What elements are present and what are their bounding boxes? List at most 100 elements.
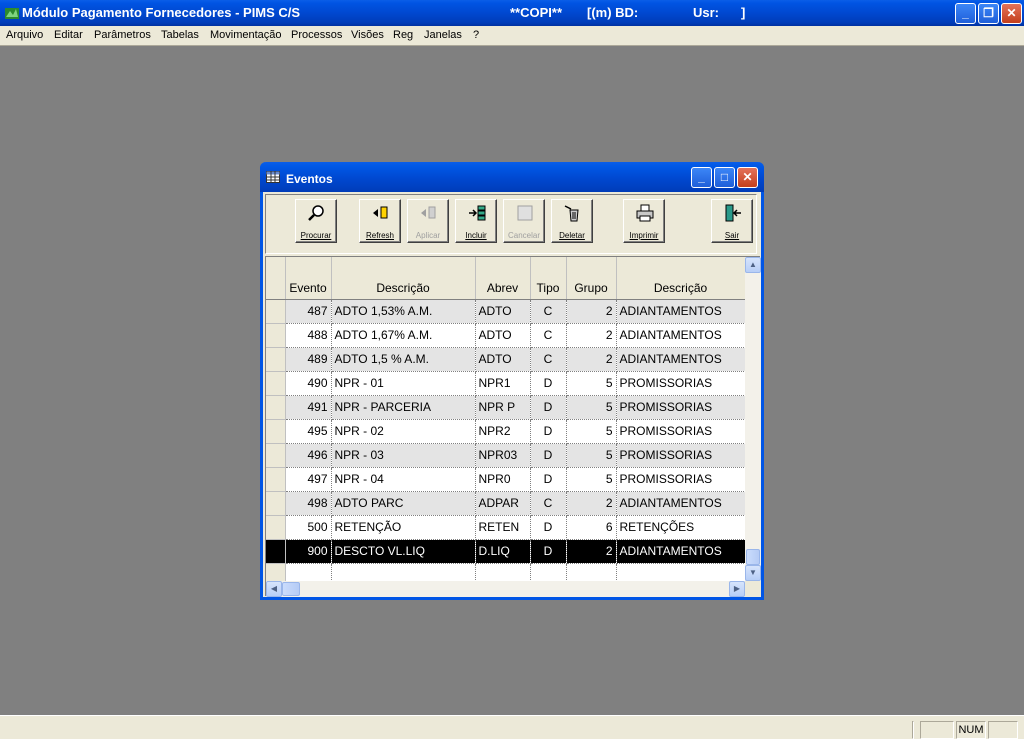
cell-descricao-grupo[interactable]: PROMISSORIAS [616, 371, 746, 396]
menu-reg[interactable]: Reg [393, 29, 413, 41]
column-header[interactable]: Descrição [616, 257, 746, 300]
cell-descricao[interactable]: NPR - PARCERIA [331, 395, 476, 420]
row-selector[interactable] [266, 299, 286, 324]
scroll-up-arrow-icon[interactable]: ▲ [745, 257, 761, 273]
scroll-left-arrow-icon[interactable]: ◀ [266, 581, 282, 597]
refresh-button[interactable]: Refresh [359, 199, 401, 243]
table-row[interactable]: 489 ADTO 1,5 % A.M. ADTO C 2 ADIANTAMENTOS [266, 347, 746, 372]
cell-grupo[interactable]: 5 [566, 419, 617, 444]
cell-grupo[interactable]: 2 [566, 491, 617, 516]
column-header[interactable]: Evento [285, 257, 332, 300]
cell-grupo[interactable]: 2 [566, 299, 617, 324]
column-header[interactable]: Grupo [566, 257, 617, 300]
column-header[interactable]: Descrição [331, 257, 476, 300]
menu-visoes[interactable]: Visões [351, 29, 384, 41]
column-header[interactable]: Tipo [530, 257, 567, 300]
cell-abrev[interactable]: D.LIQ [475, 539, 531, 564]
row-selector[interactable] [266, 467, 286, 492]
cell-abrev[interactable]: NPR P [475, 395, 531, 420]
cell-tipo[interactable]: C [530, 347, 567, 372]
menu-editar[interactable]: Editar [54, 29, 83, 41]
cell-tipo[interactable]: D [530, 467, 567, 492]
table-row[interactable]: 900 DESCTO VL.LIQ D.LIQ D 2 ADIANTAMENTOS [266, 539, 746, 564]
aplicar-button[interactable]: Aplicar [407, 199, 449, 243]
row-selector[interactable] [266, 491, 286, 516]
cell-grupo[interactable]: 5 [566, 443, 617, 468]
cell-descricao[interactable]: ADTO 1,5 % A.M. [331, 347, 476, 372]
row-selector[interactable] [266, 347, 286, 372]
cell-grupo[interactable]: 5 [566, 371, 617, 396]
table-row[interactable]: 491 NPR - PARCERIA NPR P D 5 PROMISSORIAS [266, 395, 746, 420]
resize-grip[interactable] [745, 581, 761, 597]
menu-tabelas[interactable]: Tabelas [161, 29, 199, 41]
row-selector[interactable] [266, 539, 286, 564]
cell-evento[interactable]: 498 [285, 491, 332, 516]
row-selector[interactable] [266, 371, 286, 396]
cell-descricao[interactable]: RETENÇÃO [331, 515, 476, 540]
cell-grupo[interactable]: 2 [566, 323, 617, 348]
cell-evento[interactable]: 489 [285, 347, 332, 372]
cell-grupo[interactable]: 5 [566, 467, 617, 492]
cell-abrev[interactable]: ADTO [475, 299, 531, 324]
cell-evento[interactable]: 487 [285, 299, 332, 324]
row-selector[interactable] [266, 419, 286, 444]
table-row[interactable]: 487 ADTO 1,53% A.M. ADTO C 2 ADIANTAMENTOS [266, 299, 746, 324]
cell-descricao-grupo[interactable]: PROMISSORIAS [616, 419, 746, 444]
row-selector[interactable] [266, 515, 286, 540]
cell-abrev[interactable]: NPR2 [475, 419, 531, 444]
cell-descricao-grupo[interactable]: ADIANTAMENTOS [616, 323, 746, 348]
cell-grupo[interactable]: 2 [566, 539, 617, 564]
cell-evento[interactable]: 490 [285, 371, 332, 396]
cell-abrev[interactable]: ADTO [475, 347, 531, 372]
incluir-button[interactable]: Incluir [455, 199, 497, 243]
cell-abrev[interactable]: NPR03 [475, 443, 531, 468]
eventos-maximize-button[interactable]: □ [714, 167, 735, 188]
cell-tipo[interactable]: D [530, 419, 567, 444]
row-selector[interactable] [266, 323, 286, 348]
cell-tipo[interactable]: C [530, 323, 567, 348]
cell-evento[interactable]: 497 [285, 467, 332, 492]
cell-abrev[interactable]: RETEN [475, 515, 531, 540]
menu-movimentacao[interactable]: Movimentação [210, 29, 282, 41]
cell-grupo[interactable]: 5 [566, 395, 617, 420]
cell-tipo[interactable]: C [530, 491, 567, 516]
cell-descricao[interactable]: NPR - 02 [331, 419, 476, 444]
cell-grupo[interactable]: 2 [566, 347, 617, 372]
cell-descricao[interactable]: ADTO PARC [331, 491, 476, 516]
cell-descricao-grupo[interactable]: PROMISSORIAS [616, 467, 746, 492]
table-row[interactable]: 500 RETENÇÃO RETEN D 6 RETENÇÕES [266, 515, 746, 540]
cell-abrev[interactable]: NPR0 [475, 467, 531, 492]
horizontal-scroll-thumb[interactable] [282, 582, 300, 596]
cell-descricao-grupo[interactable]: PROMISSORIAS [616, 443, 746, 468]
menu-janelas[interactable]: Janelas [424, 29, 462, 41]
cell-grupo[interactable]: 6 [566, 515, 617, 540]
app-close-button[interactable]: ✕ [1001, 3, 1022, 24]
scroll-right-arrow-icon[interactable]: ▶ [729, 581, 745, 597]
cell-evento[interactable]: 500 [285, 515, 332, 540]
row-selector[interactable] [266, 443, 286, 468]
cell-descricao-grupo[interactable]: ADIANTAMENTOS [616, 491, 746, 516]
cell-descricao-grupo[interactable]: PROMISSORIAS [616, 395, 746, 420]
deletar-button[interactable]: Deletar [551, 199, 593, 243]
cell-descricao[interactable]: NPR - 01 [331, 371, 476, 396]
cell-descricao-grupo[interactable]: ADIANTAMENTOS [616, 539, 746, 564]
cell-evento[interactable]: 491 [285, 395, 332, 420]
cell-descricao[interactable]: ADTO 1,67% A.M. [331, 323, 476, 348]
cell-abrev[interactable]: ADPAR [475, 491, 531, 516]
cell-descricao-grupo[interactable]: ADIANTAMENTOS [616, 347, 746, 372]
vertical-scroll-thumb[interactable] [746, 549, 760, 565]
cell-descricao-grupo[interactable]: ADIANTAMENTOS [616, 299, 746, 324]
menu-help[interactable]: ? [473, 29, 479, 41]
table-row[interactable]: 497 NPR - 04 NPR0 D 5 PROMISSORIAS [266, 467, 746, 492]
horizontal-scrollbar[interactable]: ◀ ▶ [266, 581, 745, 597]
sair-button[interactable]: Sair [711, 199, 753, 243]
table-row[interactable]: 496 NPR - 03 NPR03 D 5 PROMISSORIAS [266, 443, 746, 468]
cell-descricao-grupo[interactable]: RETENÇÕES [616, 515, 746, 540]
row-selector[interactable] [266, 395, 286, 420]
cell-tipo[interactable]: D [530, 371, 567, 396]
cell-evento[interactable]: 495 [285, 419, 332, 444]
cell-tipo[interactable]: D [530, 515, 567, 540]
cell-evento[interactable]: 488 [285, 323, 332, 348]
cell-tipo[interactable]: D [530, 395, 567, 420]
scroll-down-arrow-icon[interactable]: ▼ [745, 565, 761, 581]
